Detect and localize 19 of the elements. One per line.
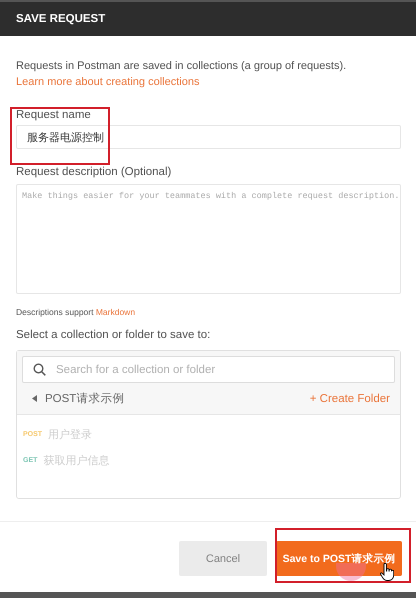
description-field[interactable]: Make things easier for your teammates with a complete request description.	[16, 184, 401, 294]
search-icon	[33, 363, 46, 376]
field-label: Request name	[16, 109, 91, 121]
click-highlight	[336, 563, 366, 581]
section-label: Select a collection or folder to save to:	[16, 329, 210, 341]
request-name-field[interactable]: 服务器电源控制	[16, 125, 401, 149]
intro-text: Requests in Postman are saved in collections (a group of requests).	[16, 60, 348, 72]
back-folder-item[interactable]: POST请求示例	[32, 391, 310, 406]
create-folder-link[interactable]: + Create Folder	[310, 392, 390, 404]
field-label: Request description (Optional)	[16, 166, 172, 178]
cancel-button[interactable]: Cancel	[179, 541, 267, 576]
back-arrow-icon	[32, 395, 37, 402]
learn-more-link[interactable]: Learn more about creating collections	[16, 76, 200, 88]
save-button[interactable]: Save to POST请求示例	[276, 541, 402, 576]
markdown-link[interactable]: Markdown	[96, 307, 136, 317]
dialog-title: SAVE REQUEST	[16, 13, 106, 25]
markdown-note: Descriptions support Markdown	[16, 307, 136, 317]
search-field[interactable]: Search for a collection or folder	[22, 356, 395, 383]
hand-cursor-icon	[380, 563, 394, 581]
